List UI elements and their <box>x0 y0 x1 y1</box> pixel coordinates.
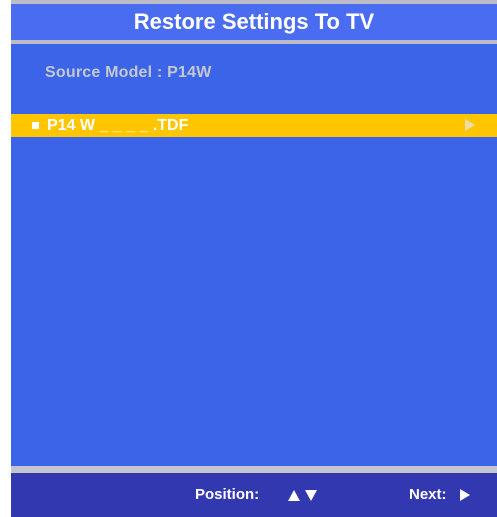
next-arrow-icon <box>460 489 470 501</box>
dialog-content: Source Model : P14W P14 W _ _ _ _ .TDF <box>11 44 497 466</box>
right-arrow-icon <box>465 119 475 131</box>
square-bullet-icon <box>32 122 39 129</box>
position-label: Position: <box>195 486 260 503</box>
dialog-footer: Position: Next: <box>11 473 497 517</box>
file-list-item[interactable]: P14 W _ _ _ _ .TDF <box>11 114 497 137</box>
next-label: Next: <box>409 486 447 503</box>
up-arrow-icon <box>288 490 300 501</box>
dialog-title-bar: Restore Settings To TV <box>11 0 497 44</box>
restore-settings-dialog: Restore Settings To TV Source Model : P1… <box>11 0 497 517</box>
file-name: P14 W _ _ _ _ .TDF <box>47 116 189 134</box>
footer-divider <box>11 466 497 473</box>
source-model-label: Source Model : P14W <box>45 64 212 81</box>
down-arrow-icon <box>305 490 317 501</box>
dialog-title: Restore Settings To TV <box>133 9 375 34</box>
